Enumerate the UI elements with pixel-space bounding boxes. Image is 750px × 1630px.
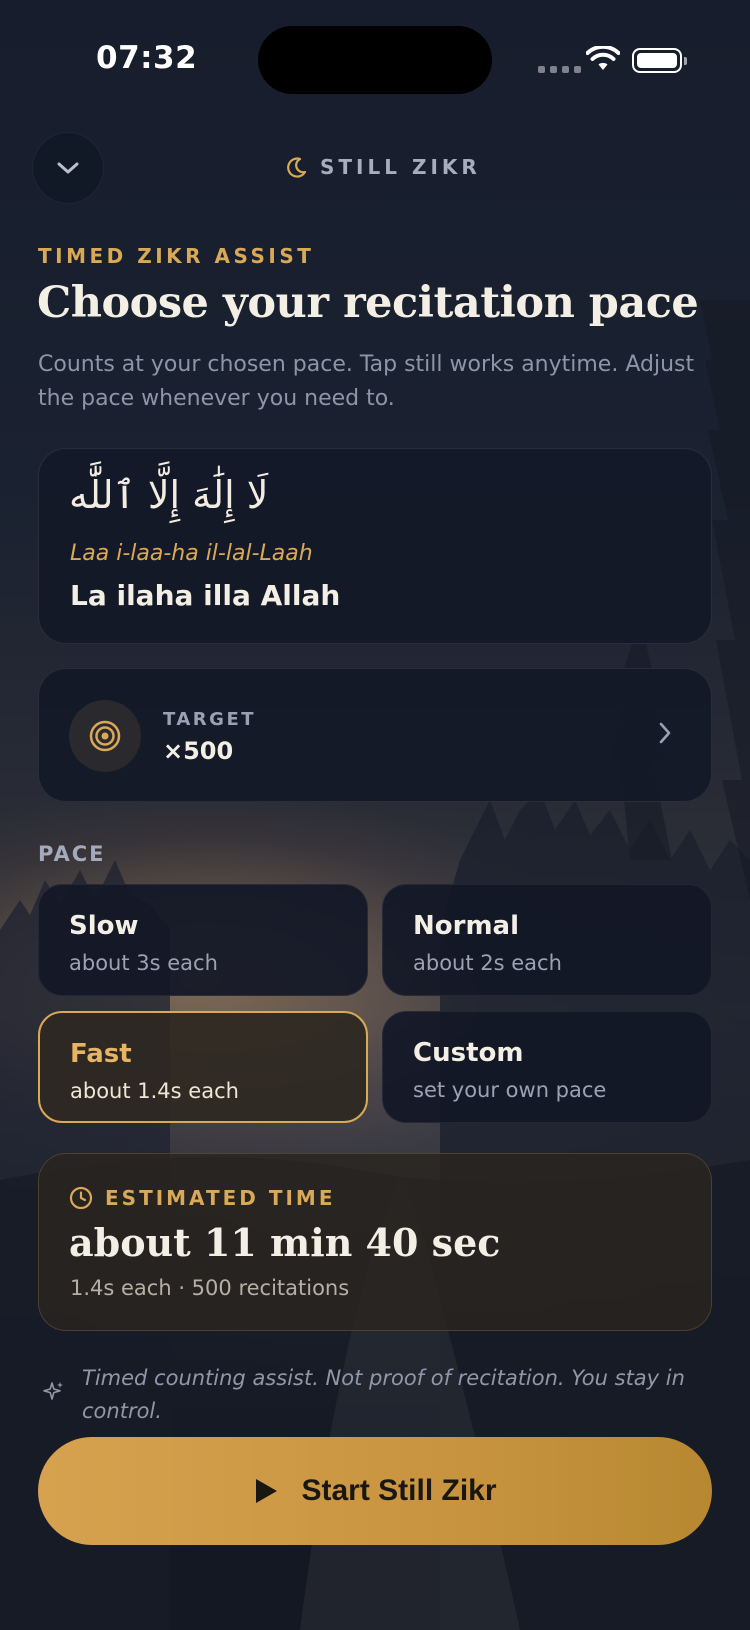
eyebrow-label: TIMED ZIKR ASSIST (38, 244, 315, 268)
estimated-time-card: ESTIMATED TIME about 11 min 40 sec 1.4s … (38, 1153, 712, 1331)
pace-option-fast[interactable]: Fast about 1.4s each (38, 1011, 368, 1123)
pace-option-detail: set your own pace (413, 1078, 607, 1102)
moon-icon (287, 157, 307, 178)
pace-option-name: Slow (69, 911, 139, 941)
target-selector[interactable]: TARGET ×500 (38, 668, 712, 802)
pace-option-normal[interactable]: Normal about 2s each (382, 884, 712, 996)
status-bar: 07:32 (0, 0, 750, 120)
battery-icon (632, 48, 687, 73)
pace-option-custom[interactable]: Custom set your own pace (382, 1011, 712, 1123)
estimated-time-label: ESTIMATED TIME (105, 1186, 336, 1210)
page-subtitle: Counts at your chosen pace. Tap still wo… (38, 352, 695, 411)
pace-option-detail: about 3s each (69, 951, 218, 975)
dynamic-island (258, 26, 492, 94)
pace-option-name: Custom (413, 1038, 524, 1068)
estimated-time-value: about 11 min 40 sec (69, 1220, 501, 1265)
brand-label: STILL ZIKR (320, 155, 481, 179)
wifi-icon (586, 46, 620, 70)
pace-option-name: Normal (413, 911, 519, 941)
target-label: TARGET (163, 709, 257, 730)
pace-option-slow[interactable]: Slow about 3s each (38, 884, 368, 996)
start-still-zikr-button[interactable]: Start Still Zikr (38, 1437, 712, 1545)
estimated-time-header: ESTIMATED TIME (69, 1186, 336, 1210)
start-button-label: Start Still Zikr (301, 1474, 497, 1507)
zikr-meaning: La ilaha illa Allah (70, 579, 341, 612)
chevron-right-icon (659, 722, 671, 744)
disclaimer-text: Timed counting assist. Not proof of reci… (82, 1366, 685, 1423)
target-icon-badge (69, 700, 141, 772)
page-title: Choose your recitation pace (37, 278, 699, 328)
pace-section-label: PACE (38, 842, 106, 866)
sparkle-icon (43, 1382, 63, 1400)
zikr-arabic-text: لَا إِلَٰهَ إِلَّا ٱللَّٰه (69, 473, 269, 517)
target-icon (89, 720, 121, 752)
pace-option-detail: about 1.4s each (70, 1079, 239, 1103)
brand: STILL ZIKR (286, 155, 481, 179)
cellular-signal-icon (538, 66, 581, 73)
zikr-transliteration: Laa i-laa-ha il-lal-Laah (70, 541, 313, 566)
status-time: 07:32 (96, 40, 198, 76)
play-icon (256, 1479, 278, 1503)
chevron-down-icon (57, 162, 79, 174)
pace-option-detail: about 2s each (413, 951, 562, 975)
dismiss-button[interactable] (32, 132, 104, 204)
estimated-time-detail: 1.4s each · 500 recitations (70, 1276, 350, 1300)
zikr-card: لَا إِلَٰهَ إِلَّا ٱللَّٰه Laa i-laa-ha … (38, 448, 712, 644)
clock-icon (69, 1186, 93, 1210)
target-value: ×500 (163, 737, 234, 765)
pace-option-name: Fast (70, 1039, 132, 1069)
